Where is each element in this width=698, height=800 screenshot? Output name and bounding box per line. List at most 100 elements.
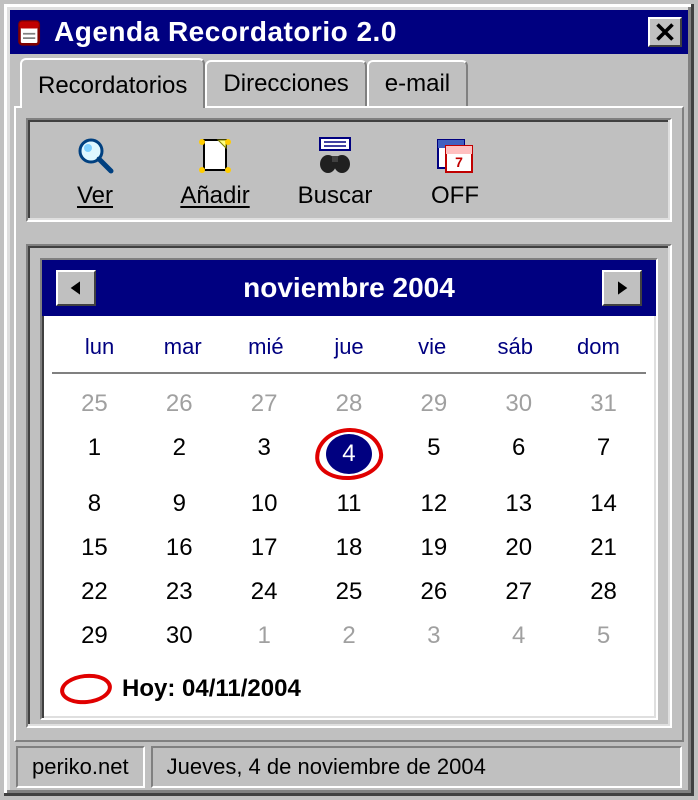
new-document-icon <box>194 134 236 176</box>
calendar-month-label: noviembre 2004 <box>96 272 602 304</box>
calendar-day-cell[interactable]: 28 <box>307 382 392 426</box>
calendar-day-cell[interactable]: 28 <box>561 570 646 614</box>
toolbar-label: Buscar <box>298 182 373 210</box>
calendar-day-cell[interactable]: 22 <box>52 570 137 614</box>
calendar-day-cell[interactable]: 26 <box>391 570 476 614</box>
calendar-day-cell[interactable]: 4 <box>307 426 392 482</box>
calendar-day-cell[interactable]: 1 <box>222 614 307 658</box>
calendar-day-cell[interactable]: 23 <box>137 570 222 614</box>
day-number: 11 <box>337 490 362 517</box>
calendar-day-cell[interactable]: 25 <box>307 570 392 614</box>
calendar-day-cell[interactable]: 14 <box>561 482 646 526</box>
dow-cell: vie <box>391 330 474 364</box>
day-number: 17 <box>251 534 278 561</box>
calendar: noviembre 2004 lun mar mié jue vie sáb d… <box>40 258 658 720</box>
day-number: 4 <box>512 622 525 649</box>
status-site: periko.net <box>16 746 145 788</box>
calendar-day-cell[interactable]: 1 <box>52 426 137 482</box>
day-number: 7 <box>597 434 610 461</box>
tab-recordatorios[interactable]: Recordatorios <box>20 58 205 108</box>
application-window: Agenda Recordatorio 2.0 Recordatorios Di… <box>0 0 698 800</box>
next-month-button[interactable] <box>602 270 642 306</box>
calendar-day-cell[interactable]: 4 <box>476 614 561 658</box>
dow-cell: mié <box>224 330 307 364</box>
tab-direcciones[interactable]: Direcciones <box>205 60 366 106</box>
calendar-day-cell[interactable]: 3 <box>391 614 476 658</box>
day-number: 6 <box>512 434 525 461</box>
calendar-day-cell[interactable]: 30 <box>476 382 561 426</box>
calendar-day-cell[interactable]: 17 <box>222 526 307 570</box>
calendar-day-cell[interactable]: 18 <box>307 526 392 570</box>
day-number: 9 <box>173 490 186 517</box>
day-number: 25 <box>81 390 108 417</box>
day-number: 25 <box>336 578 363 605</box>
svg-text:7: 7 <box>455 154 463 170</box>
calendar-day-cell[interactable]: 30 <box>137 614 222 658</box>
day-number: 14 <box>590 490 617 517</box>
tab-panel: Ver Añadir <box>14 106 684 742</box>
calendar-day-cell[interactable]: 24 <box>222 570 307 614</box>
day-number: 26 <box>421 578 448 605</box>
day-number: 29 <box>81 622 108 649</box>
day-number: 13 <box>505 490 532 517</box>
off-button[interactable]: 7 OFF <box>410 134 500 210</box>
calendar-day-cell[interactable]: 31 <box>561 382 646 426</box>
window-title: Agenda Recordatorio 2.0 <box>54 16 648 48</box>
calendar-day-cell[interactable]: 5 <box>391 426 476 482</box>
calendar-day-cell[interactable]: 5 <box>561 614 646 658</box>
day-number: 28 <box>590 578 617 605</box>
calendar-day-cell[interactable]: 15 <box>52 526 137 570</box>
close-button[interactable] <box>648 17 682 47</box>
ver-button[interactable]: Ver <box>50 134 140 210</box>
day-number: 19 <box>421 534 448 561</box>
calendar-day-cell[interactable]: 8 <box>52 482 137 526</box>
buscar-button[interactable]: Buscar <box>290 134 380 210</box>
calendar-day-cell[interactable]: 2 <box>137 426 222 482</box>
calendar-day-cell[interactable]: 7 <box>561 426 646 482</box>
calendar-day-cell[interactable]: 27 <box>476 570 561 614</box>
day-number: 2 <box>173 434 186 461</box>
calendar-day-cell[interactable]: 21 <box>561 526 646 570</box>
day-number: 3 <box>257 434 270 461</box>
day-number: 26 <box>166 390 193 417</box>
day-number: 27 <box>251 390 278 417</box>
tab-email[interactable]: e-mail <box>367 60 468 106</box>
dow-cell: lun <box>58 330 141 364</box>
calendar-day-cell[interactable]: 9 <box>137 482 222 526</box>
calendar-footer[interactable]: Hoy: 04/11/2004 <box>42 668 656 718</box>
statusbar: periko.net Jueves, 4 de noviembre de 200… <box>14 742 684 790</box>
day-number: 2 <box>342 622 355 649</box>
calendar-day-cell[interactable]: 25 <box>52 382 137 426</box>
app-icon <box>16 18 44 46</box>
calendar-grid: 2526272829303112345678910111213141516171… <box>42 374 656 668</box>
calendar-day-cell[interactable]: 11 <box>307 482 392 526</box>
calendar-day-cell[interactable]: 26 <box>137 382 222 426</box>
calendar-day-cell[interactable]: 10 <box>222 482 307 526</box>
dow-cell: mar <box>141 330 224 364</box>
day-number: 31 <box>590 390 617 417</box>
calendar-day-cell[interactable]: 12 <box>391 482 476 526</box>
calendar-week-row: 29 30 1 2 3 4 5 <box>52 614 646 658</box>
calendar-day-cell[interactable]: 3 <box>222 426 307 482</box>
calendar-day-cell[interactable]: 29 <box>52 614 137 658</box>
calendar-day-cell[interactable]: 13 <box>476 482 561 526</box>
prev-month-button[interactable] <box>56 270 96 306</box>
calendar-day-cell[interactable]: 29 <box>391 382 476 426</box>
dow-cell: dom <box>557 330 640 364</box>
calendar-day-cell[interactable]: 6 <box>476 426 561 482</box>
day-number: 1 <box>88 434 101 461</box>
tab-label: Recordatorios <box>38 72 187 99</box>
calendar-day-cell[interactable]: 20 <box>476 526 561 570</box>
day-number: 21 <box>590 534 617 561</box>
anadir-button[interactable]: Añadir <box>170 134 260 210</box>
day-number: 24 <box>251 578 278 605</box>
calendar-day-cell[interactable]: 19 <box>391 526 476 570</box>
day-number: 27 <box>505 578 532 605</box>
calendar-day-cell[interactable]: 16 <box>137 526 222 570</box>
day-number: 30 <box>166 622 193 649</box>
calendar-day-cell[interactable]: 2 <box>307 614 392 658</box>
calendar-off-icon: 7 <box>434 134 476 176</box>
calendar-day-cell[interactable]: 27 <box>222 382 307 426</box>
toolbar-label: Ver <box>77 182 113 210</box>
day-number: 20 <box>505 534 532 561</box>
